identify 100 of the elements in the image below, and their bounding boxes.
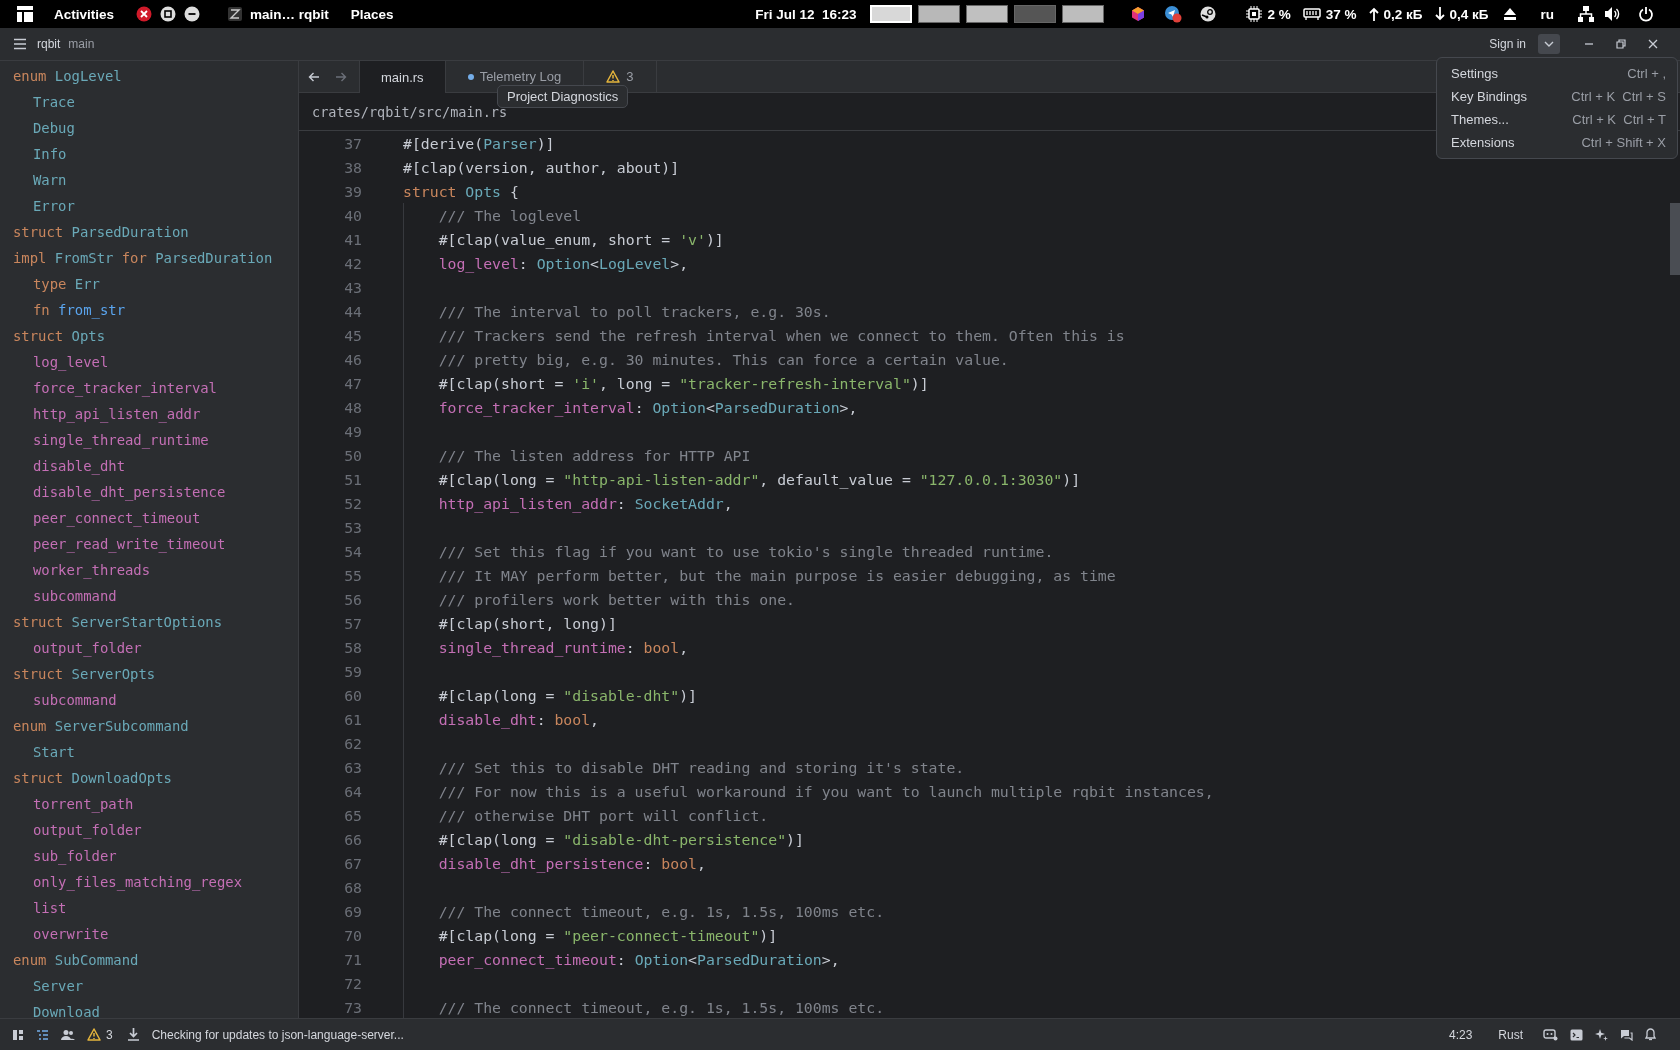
code-line: #[clap(long = "peer-connect-timeout")] [438, 926, 778, 944]
code-line: #[clap(short, long)] [438, 614, 617, 632]
power-icon[interactable] [1638, 6, 1654, 22]
panel-icon[interactable] [12, 1028, 24, 1041]
code-line: disable_dht_persistence: bool, [438, 854, 706, 872]
outline-item[interactable]: disable_dht [0, 453, 125, 479]
code-line: #[clap(long = "disable-dht")] [438, 686, 697, 704]
line-number: 42 [343, 254, 362, 272]
sign-in-button[interactable]: Sign in [1489, 37, 1526, 51]
outline-item[interactable]: Error [0, 193, 75, 219]
cube-icon[interactable] [1130, 6, 1147, 22]
outline-item[interactable]: output_folder [0, 817, 142, 843]
cursor-position[interactable]: 4:23 [1448, 1027, 1473, 1042]
workspace-thumbnail[interactable] [918, 5, 961, 23]
outline-item[interactable]: Trace [0, 89, 75, 115]
apps-icon[interactable] [16, 5, 34, 23]
download-icon[interactable] [126, 1028, 140, 1041]
tab[interactable]: main.rs [359, 61, 445, 93]
robot-icon[interactable] [1543, 1028, 1558, 1041]
bell-icon[interactable] [1645, 1028, 1656, 1041]
outline-item[interactable]: Download [0, 999, 100, 1018]
outline-item[interactable]: Debug [0, 115, 75, 141]
outline-item[interactable]: peer_connect_timeout [0, 505, 201, 531]
menu-item[interactable]: Extensions Ctrl + Shift + X [1437, 131, 1677, 154]
outline-item[interactable]: disable_dht_persistence [0, 479, 226, 505]
outline-item[interactable]: impl FromStr for ParsedDuration [0, 245, 273, 271]
code-line: /// Set this flag if you want to use tokio's single threaded runtime. [438, 542, 1054, 560]
activities-button[interactable]: Activities [54, 6, 115, 22]
workspace-thumbnail[interactable] [1014, 5, 1057, 23]
outline-item[interactable]: single_thread_runtime [0, 427, 209, 453]
minimize-icon[interactable] [184, 6, 201, 22]
outline-item[interactable]: http_api_listen_addr [0, 401, 201, 427]
outline-item[interactable]: peer_read_write_timeout [0, 531, 226, 557]
branch-name[interactable]: main [68, 37, 95, 51]
outline-item[interactable]: output_folder [0, 635, 142, 661]
back-arrow-icon[interactable] [308, 70, 320, 83]
forward-arrow-icon[interactable] [335, 70, 347, 83]
workspace-thumbnail[interactable] [1062, 5, 1105, 23]
places-menu[interactable]: Places [350, 6, 394, 22]
tooltip: Project Diagnostics [497, 85, 629, 108]
people-icon[interactable] [61, 1028, 75, 1041]
outline-item[interactable]: only_files_matching_regex [0, 869, 243, 895]
outline-item[interactable]: enum LogLevel [0, 63, 122, 89]
outline-item[interactable]: struct Opts [0, 323, 105, 349]
outline-item[interactable]: Info [0, 141, 67, 167]
maximize-icon[interactable] [160, 6, 177, 22]
menu-icon[interactable] [13, 38, 27, 50]
memory-usage: 37 % [1325, 6, 1357, 22]
outline-item[interactable]: worker_threads [0, 557, 151, 583]
terminal-icon[interactable] [1570, 1028, 1583, 1041]
outline-item[interactable]: force_tracker_interval [0, 375, 217, 401]
line-number: 68 [343, 878, 362, 896]
code-line: http_api_listen_addr: SocketAddr, [438, 494, 733, 512]
scrollbar-thumb[interactable] [1670, 203, 1680, 275]
eject-icon[interactable] [1502, 7, 1517, 21]
menu-item[interactable]: Key Bindings Ctrl + K Ctrl + S [1437, 85, 1677, 108]
language-selector[interactable]: Rust [1498, 1027, 1523, 1042]
code-line: /// Trackers send the refresh interval when we connect to them. Often this is [438, 326, 1125, 344]
cpu-icon[interactable] [1246, 6, 1263, 22]
diagnostics-button[interactable]: 3 [87, 1027, 113, 1042]
outline-item[interactable]: struct ServerStartOptions [0, 609, 223, 635]
line-number: 55 [343, 566, 362, 584]
outline-list-icon[interactable] [36, 1028, 49, 1041]
clock[interactable]: Fri Jul 12 16:23 [755, 6, 857, 22]
outline-item[interactable]: log_level [0, 349, 109, 375]
memory-icon[interactable] [1302, 8, 1321, 20]
restore-icon[interactable] [1616, 39, 1626, 49]
network-icon[interactable] [1578, 6, 1594, 22]
chevron-down-icon [1544, 41, 1554, 47]
outline-item[interactable]: torrent_path [0, 791, 134, 817]
outline-item[interactable]: struct ServerOpts [0, 661, 156, 687]
outline-item[interactable]: enum SubCommand [0, 947, 139, 973]
sparkle-icon[interactable] [1595, 1028, 1608, 1041]
outline-item[interactable]: Warn [0, 167, 67, 193]
code-line: /// pretty big, e.g. 30 minutes. This can force a certain value. [438, 350, 1009, 368]
menu-item[interactable]: Settings Ctrl + , [1437, 62, 1677, 85]
outline-item[interactable]: struct ParsedDuration [0, 219, 189, 245]
user-menu-button[interactable] [1538, 34, 1560, 54]
outline-item[interactable]: sub_folder [0, 843, 117, 869]
outline-item[interactable]: list [0, 895, 67, 921]
outline-item[interactable]: fn from_str [0, 297, 125, 323]
outline-item[interactable]: subcommand [0, 687, 117, 713]
project-name[interactable]: rqbit [37, 37, 61, 51]
outline-item[interactable]: enum ServerSubcommand [0, 713, 189, 739]
volume-icon[interactable] [1604, 6, 1620, 22]
close-icon[interactable] [136, 6, 153, 22]
outline-item[interactable]: overwrite [0, 921, 109, 947]
outline-item[interactable]: type Err [0, 271, 100, 297]
close-icon[interactable] [1648, 39, 1658, 49]
outline-item[interactable]: subcommand [0, 583, 117, 609]
menu-item[interactable]: Themes... Ctrl + K Ctrl + T [1437, 108, 1677, 131]
outline-item[interactable]: Start [0, 739, 75, 765]
outline-item[interactable]: Server [0, 973, 84, 999]
app-title[interactable]: main… rqbit [250, 6, 329, 22]
line-number: 56 [343, 590, 362, 608]
keyboard-layout[interactable]: ru [1540, 6, 1554, 22]
messenger-icon[interactable] [1164, 5, 1183, 23]
workspace-thumbnail[interactable] [966, 5, 1009, 23]
chat-icon[interactable] [1620, 1028, 1633, 1041]
outline-item[interactable]: struct DownloadOpts [0, 765, 172, 791]
